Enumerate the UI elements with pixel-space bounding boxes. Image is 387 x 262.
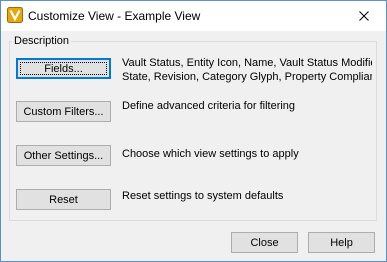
close-button-label: Close [250,236,279,249]
help-button-label: Help [330,236,353,249]
other-settings-description-line-1: Choose which view settings to apply [122,148,299,160]
custom-filters-button[interactable]: Custom Filters... [16,101,111,122]
other-settings-description: Choose which view settings to apply [122,147,372,161]
fields-button[interactable]: Fields... [16,58,111,79]
close-icon [359,11,369,21]
fields-description: Vault Status, Entity Icon, Name, Vault S… [122,56,372,84]
reset-description-line-1: Reset settings to system defaults [122,190,284,202]
title-bar[interactable]: Customize View - Example View [1,1,386,31]
custom-filters-description-line-1: Define advanced criteria for filtering [122,100,296,112]
description-group-label: Description [12,35,72,47]
reset-button[interactable]: Reset [16,189,111,210]
reset-button-label: Reset [49,193,78,206]
fields-button-label: Fields... [44,62,83,75]
help-button[interactable]: Help [308,232,375,253]
custom-filters-button-label: Custom Filters... [23,105,104,118]
other-settings-button[interactable]: Other Settings... [16,145,111,166]
reset-description: Reset settings to system defaults [122,189,372,203]
window-title: Customize View - Example View [28,9,201,23]
custom-filters-description: Define advanced criteria for filtering [122,99,372,113]
fields-description-line-1: Vault Status, Entity Icon, Name, Vault S… [122,57,372,69]
close-window-button[interactable] [342,1,386,31]
close-button[interactable]: Close [231,232,298,253]
fields-description-line-2: State, Revision, Category Glyph, Propert… [122,71,372,83]
other-settings-button-label: Other Settings... [23,149,104,162]
customize-view-dialog: Customize View - Example View Descriptio… [0,0,387,262]
vault-app-icon [7,7,23,23]
